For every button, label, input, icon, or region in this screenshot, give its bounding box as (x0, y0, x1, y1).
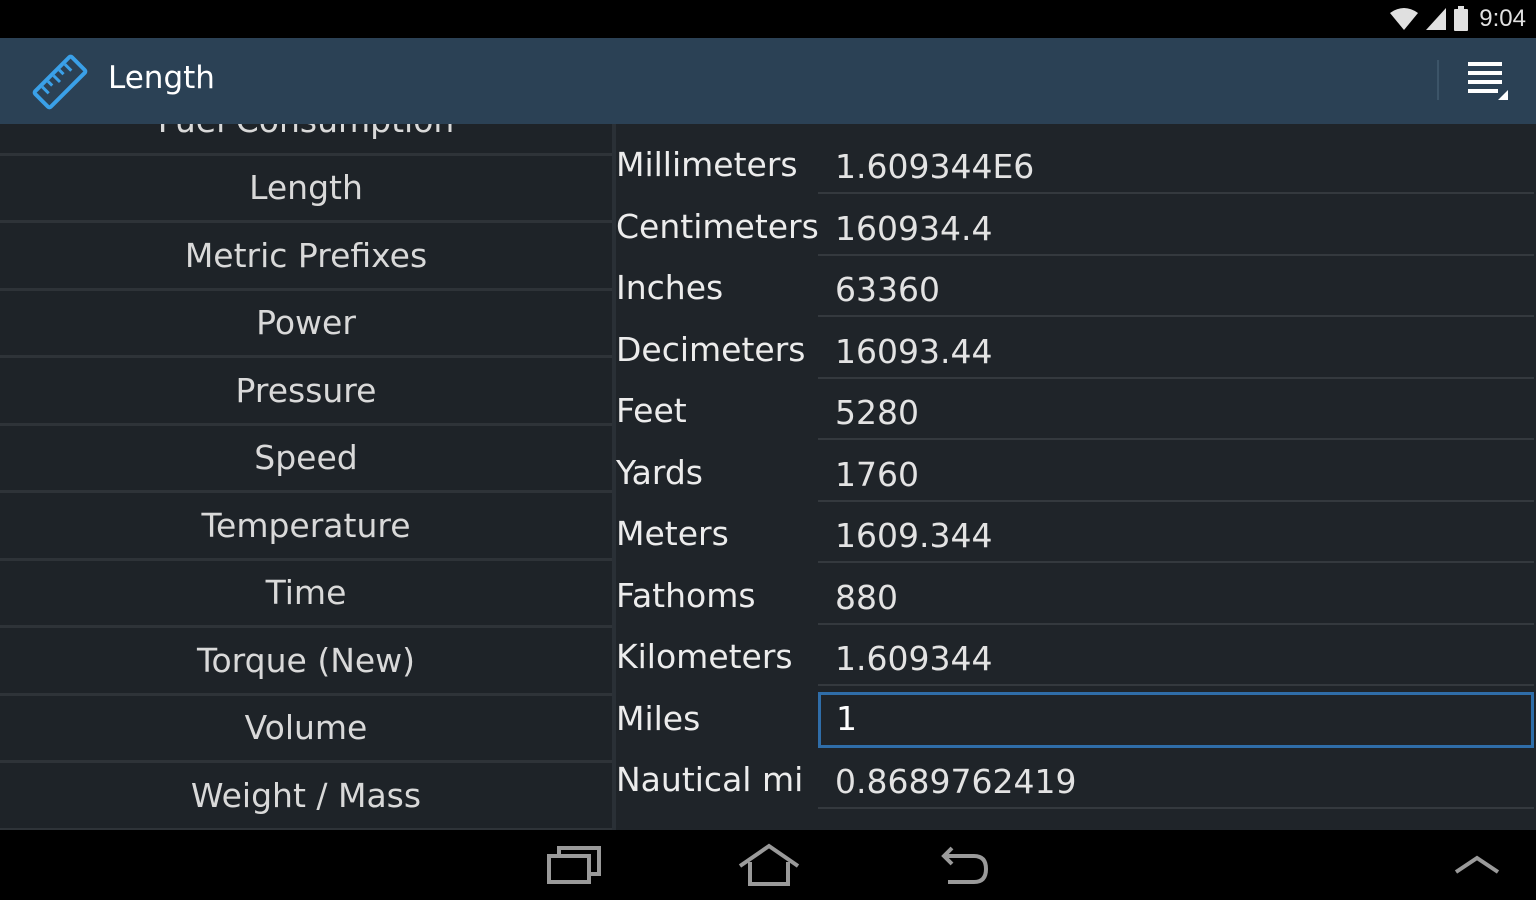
unit-label: Feet (616, 391, 687, 430)
unit-value-field-focused[interactable]: 1 (818, 691, 1534, 748)
unit-label: Centimeters (616, 206, 819, 246)
recent-apps-icon[interactable] (546, 842, 602, 888)
unit-value-field[interactable]: 63360 (818, 263, 1534, 317)
category-item-weight-mass[interactable]: Weight / Mass (0, 763, 612, 830)
overflow-menu-icon[interactable] (1462, 56, 1514, 106)
page-title: Length (108, 60, 215, 96)
unit-row-yards: Yards 1760 (616, 444, 1536, 506)
unit-label: Nautical mi (616, 760, 804, 799)
navigation-bar (0, 830, 1536, 900)
unit-row-decimeters: Decimeters 16093.44 (616, 321, 1536, 383)
category-item-length[interactable]: Length (0, 155, 612, 223)
status-icons: 9:04 (1389, 4, 1526, 34)
wifi-icon (1390, 8, 1419, 30)
unit-row-feet: Feet 5280 (616, 382, 1536, 444)
unit-label: Fathoms (616, 575, 756, 615)
category-item-torque[interactable]: Torque (New) (0, 628, 612, 696)
category-item-temperature[interactable]: Temperature (0, 493, 612, 561)
unit-value-field[interactable]: 16093.44 (818, 325, 1534, 379)
category-item-speed[interactable]: Speed (0, 425, 612, 493)
unit-row-miles: Miles 1 (616, 690, 1536, 752)
unit-value-field[interactable]: 1609.344 (818, 509, 1534, 563)
unit-row-meters: Meters 1609.344 (616, 505, 1536, 567)
category-item-metric-prefixes[interactable]: Metric Prefixes (0, 223, 612, 291)
unit-row-nautical-miles: Nautical mi 0.8689762419 (616, 751, 1536, 813)
unit-value-field[interactable]: 160934.4 (818, 202, 1534, 256)
category-item-pressure[interactable]: Pressure (0, 358, 612, 426)
unit-value-field[interactable]: 0.8689762419 (818, 755, 1534, 809)
unit-row-millimeters: Millimeters 1.609344E6 (616, 136, 1536, 198)
unit-value-field[interactable]: 1760 (818, 448, 1534, 502)
back-icon[interactable] (938, 842, 992, 888)
unit-label: Millimeters (616, 145, 798, 184)
unit-label: Meters (616, 514, 729, 553)
unit-row-kilometers: Kilometers 1.609344 (616, 628, 1536, 690)
status-bar: 9:04 (0, 0, 1536, 38)
unit-value-field[interactable]: 5280 (818, 386, 1534, 440)
unit-label: Yards (616, 452, 703, 492)
category-list[interactable]: Fuel Consumption Length Metric Prefixes … (0, 124, 612, 830)
unit-label: Kilometers (616, 637, 793, 676)
unit-row-centimeters: Centimeters 160934.4 (616, 198, 1536, 260)
home-icon[interactable] (736, 842, 802, 888)
ruler-icon[interactable] (30, 54, 90, 110)
unit-label: Decimeters (616, 329, 806, 369)
category-item-fuel-consumption[interactable]: Fuel Consumption (0, 124, 612, 156)
category-item-power[interactable]: Power (0, 290, 612, 358)
unit-label: Inches (616, 268, 724, 307)
unit-value-field[interactable]: 1.609344E6 (818, 140, 1534, 194)
unit-row-inches: Inches 63360 (616, 259, 1536, 321)
status-time: 9:04 (1479, 5, 1526, 32)
unit-label: Miles (616, 698, 701, 738)
battery-icon (1454, 6, 1469, 31)
category-item-volume[interactable]: Volume (0, 695, 612, 763)
category-item-time[interactable]: Time (0, 560, 612, 628)
signal-icon (1426, 8, 1447, 30)
unit-value-field[interactable]: 1.609344 (818, 632, 1534, 686)
unit-value-field[interactable]: 880 (818, 571, 1534, 625)
action-bar-divider (1437, 60, 1439, 100)
chevron-up-icon[interactable] (1452, 842, 1502, 888)
unit-values-table: Millimeters 1.609344E6 Centimeters 16093… (616, 124, 1536, 830)
action-bar: Length (0, 38, 1536, 124)
unit-row-fathoms: Fathoms 880 (616, 567, 1536, 629)
